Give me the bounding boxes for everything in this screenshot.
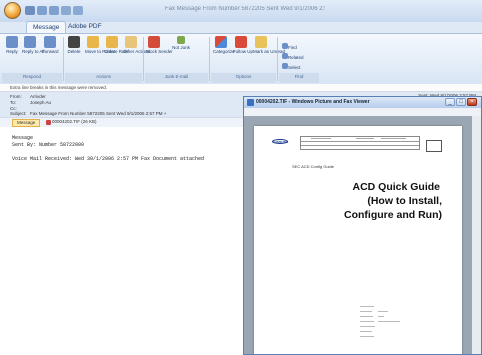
form-line [360,321,374,322]
form-line [360,316,373,317]
move-to-folder-button[interactable]: Move to Folder [85,36,115,54]
table-text-line [381,138,406,139]
next-item-icon[interactable] [73,6,83,15]
viewer-scrollbar[interactable] [472,116,481,354]
from-label: From: [10,94,22,99]
document-title-line2: (How to Install, [367,195,442,207]
ribbon: Reply Reply to All Forward Delete Move t… [0,33,482,85]
document-title-line3: Configure and Run) [344,209,442,221]
title-bar: Fax Message From Number 5872205 Sent Wed… [0,0,482,22]
form-line [378,321,400,322]
not-junk-icon [177,36,185,44]
office-button[interactable] [4,2,21,19]
form-line [360,326,375,327]
subject-value: Fax Message From Number 5872205 Sent Wed… [30,111,167,116]
fax-stamp-box [426,140,442,152]
form-line [378,316,384,317]
reply-all-button[interactable]: Reply to All [22,36,45,54]
group-options: Options [211,73,276,83]
group-find: Find [279,73,319,83]
viewer-title: 00004202.TIF - Windows Picture and Fax V… [256,99,370,105]
create-rule-button[interactable]: Create Rule [104,36,128,54]
reply-button[interactable]: Reply [4,36,20,54]
to-label: To: [10,100,17,105]
mark-unread-button[interactable]: Mark as Unread [253,36,285,54]
table-text-line [311,138,331,139]
form-line [360,306,374,307]
rule-icon [106,36,118,48]
delete-icon [68,36,80,48]
table-text-line [356,138,374,139]
form-line [360,331,372,332]
fax-viewer-window[interactable]: 00004202.TIF - Windows Picture and Fax V… [243,96,482,355]
table-rule [301,145,419,146]
body-line-voicemail: Voice Mail Received: Wed 30/1/2006 2:57 … [12,156,205,162]
folder-icon [87,36,99,48]
group-junk: Junk E-mail [145,73,208,83]
save-icon[interactable] [25,6,35,15]
select-button[interactable]: Select [282,56,308,74]
document-footer [372,352,442,354]
from-value[interactable]: Arrivder [30,94,46,99]
reply-all-icon [24,36,36,48]
follow-up-button[interactable]: Follow Up [233,36,253,54]
group-actions: Actions [65,73,142,83]
other-actions-icon [125,36,137,48]
viewer-app-icon [247,99,254,106]
fax-page: SAMSUNG SEC ACD Config Guide ACD Quick G… [254,126,462,354]
samsung-logo: SAMSUNG [272,139,289,144]
categorize-icon [215,36,227,48]
block-sender-button[interactable]: Block Sender [146,36,173,54]
close-button[interactable]: × [467,98,477,106]
maximize-button[interactable]: □ [456,98,466,106]
viewer-title-bar[interactable]: 00004202.TIF - Windows Picture and Fax V… [244,97,481,108]
document-info-block [360,304,412,340]
ribbon-separator [63,37,64,81]
attachment-file[interactable]: 00004202.TIF (26 KB) [52,119,97,125]
delete-button[interactable]: Delete [66,36,82,54]
tif-file-icon [46,120,51,125]
minimize-button[interactable]: _ [445,98,455,106]
previous-item-icon[interactable] [61,6,71,15]
ribbon-separator [209,37,210,81]
subject-label: Subject: [10,111,27,116]
not-junk-button[interactable]: Not Junk [166,36,196,50]
body-line-sender: Sent By: Number 58722000 [12,142,85,148]
other-actions-button[interactable]: Other Actions [123,36,150,54]
to-value[interactable]: Joseph Au [30,100,51,105]
message-chip[interactable]: Message [12,119,41,127]
group-respond: Respond [2,73,62,83]
envelope-icon [255,36,267,48]
ribbon-separator [143,37,144,81]
block-sender-icon [148,36,160,48]
forward-button[interactable]: Forward [42,36,59,54]
window-title: Fax Message From Number 5872205 Sent Wed… [165,6,325,12]
document-title-line1: ACD Quick Guide [352,181,440,193]
flag-icon [235,36,247,48]
reply-icon [6,36,18,48]
categorize-button[interactable]: Categorize [213,36,235,54]
form-line [360,336,374,337]
form-line [378,311,388,312]
body-line-message: Message [12,135,34,141]
document-subheading: SEC ACD Config Guide [292,164,335,169]
info-bar: Extra line breaks in this message were r… [0,84,482,92]
table-rule [301,141,419,142]
forward-icon [44,36,56,48]
undo-icon[interactable] [37,6,47,15]
tab-message[interactable]: Message [26,21,67,33]
form-line [360,311,372,312]
viewer-canvas[interactable]: SAMSUNG SEC ACD Config Guide ACD Quick G… [244,116,481,354]
ribbon-separator [277,37,278,81]
redo-icon[interactable] [49,6,59,15]
tab-adobe-pdf[interactable]: Adobe PDF [62,21,108,33]
fax-cover-table [300,136,420,150]
